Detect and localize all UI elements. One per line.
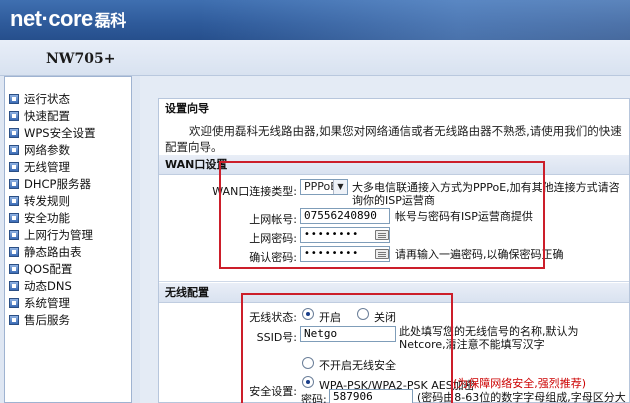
section-divider [159, 281, 629, 282]
wifi-key-hint: (密码由8-63位的数字字母组成,字母区分大小写) [417, 391, 626, 403]
password-label: 上网密码: [249, 232, 297, 245]
main-panel: 设置向导 欢迎使用磊科无线路由器,如果您对网络通信或者无线路由器不熟悉,请使用我… [140, 76, 630, 403]
menu-bullet-icon [9, 315, 19, 325]
wan-type-hint: 大多电信联通接入方式为PPPoE,加有其他连接方式请咨询你的ISP运营商 [352, 181, 620, 207]
keyboard-icon[interactable] [375, 230, 389, 240]
menu-bullet-icon [9, 196, 19, 206]
wan-type-label: WAN口连接类型: [212, 185, 297, 198]
menu-bullet-icon [9, 111, 19, 121]
header-banner: net·core 磊科 [0, 0, 630, 40]
wireless-on-radio[interactable] [302, 308, 314, 320]
account-hint: 帐号与密码有ISP运营商提供 [395, 210, 533, 223]
menu-bullet-icon [9, 247, 19, 257]
sidebar-item-wireless[interactable]: 无线管理 [9, 159, 70, 175]
menu-bullet-icon [9, 213, 19, 223]
sidebar-item-behavior[interactable]: 上网行为管理 [9, 227, 93, 243]
menu-bullet-icon [9, 179, 19, 189]
wireless-section-title: 无线配置 [159, 283, 629, 303]
security-none-label: 不开启无线安全 [319, 359, 396, 372]
sidebar-menu: 运行状态 快速配置 WPS安全设置 网络参数 无线管理 DHCP服务器 转发规则… [4, 76, 132, 403]
sidebar-item-dhcp[interactable]: DHCP服务器 [9, 176, 91, 192]
menu-bullet-icon [9, 230, 19, 240]
sidebar-item-system[interactable]: 系统管理 [9, 295, 70, 311]
confirm-password-hint: 请再输入一遍密码,以确保密码正确 [395, 248, 564, 261]
account-label: 上网帐号: [249, 213, 297, 226]
security-label: 安全设置: [249, 385, 297, 398]
wizard-title: 设置向导 [165, 102, 209, 115]
ssid-input[interactable]: Netgo [300, 326, 396, 342]
ssid-hint: 此处填写您的无线信号的名称,默认为Netcore,清注意不能填写汉字 [399, 325, 579, 351]
sidebar-item-quick-setup[interactable]: 快速配置 [9, 108, 70, 124]
sidebar-item-forwarding[interactable]: 转发规则 [9, 193, 70, 209]
wifi-key-input[interactable]: 587906 [329, 389, 413, 403]
wireless-off-label: 关闭 [374, 311, 396, 324]
netcore-logo: net·core 磊科 [10, 6, 126, 31]
wan-type-select[interactable]: PPPoE ▼ [300, 179, 348, 195]
account-input[interactable]: 07556240890 [300, 208, 390, 224]
menu-bullet-icon [9, 162, 19, 172]
keyboard-icon[interactable] [375, 249, 389, 259]
sidebar-item-wps[interactable]: WPS安全设置 [9, 125, 96, 141]
menu-bullet-icon [9, 281, 19, 291]
sidebar-item-static-route[interactable]: 静态路由表 [9, 244, 82, 260]
sidebar-item-qos[interactable]: QOS配置 [9, 261, 72, 277]
wifi-key-label: 密码: [301, 393, 327, 403]
security-wpa-radio[interactable] [302, 376, 314, 388]
wireless-off-radio[interactable] [357, 308, 369, 320]
sidebar-item-network[interactable]: 网络参数 [9, 142, 70, 158]
menu-bullet-icon [9, 298, 19, 308]
menu-bullet-icon [9, 264, 19, 274]
chevron-down-icon: ▼ [333, 180, 347, 194]
wan-section-title: WAN口设置 [159, 155, 629, 175]
security-wpa-hint: (为保障网络安全,强烈推荐) [453, 377, 587, 390]
confirm-password-label: 确认密码: [249, 251, 297, 264]
wizard-intro: 欢迎使用磊科无线路由器,如果您对网络通信或者无线路由器不熟悉,请使用我们的快速配… [165, 124, 622, 154]
sidebar-item-status[interactable]: 运行状态 [9, 91, 70, 107]
menu-bullet-icon [9, 145, 19, 155]
wireless-status-label: 无线状态: [249, 311, 297, 324]
header-decoration [200, 0, 630, 40]
setup-wizard-panel: 设置向导 欢迎使用磊科无线路由器,如果您对网络通信或者无线路由器不熟悉,请使用我… [158, 98, 630, 403]
sidebar-item-service[interactable]: 售后服务 [9, 312, 70, 328]
model-name: NW705+ [46, 51, 116, 67]
sidebar-item-ddns[interactable]: 动态DNS [9, 278, 72, 294]
menu-bullet-icon [9, 128, 19, 138]
ssid-label: SSID号: [256, 331, 297, 344]
wireless-on-label: 开启 [319, 311, 341, 324]
security-none-radio[interactable] [302, 357, 314, 369]
sidebar-item-security[interactable]: 安全功能 [9, 210, 70, 226]
menu-bullet-icon [9, 94, 19, 104]
